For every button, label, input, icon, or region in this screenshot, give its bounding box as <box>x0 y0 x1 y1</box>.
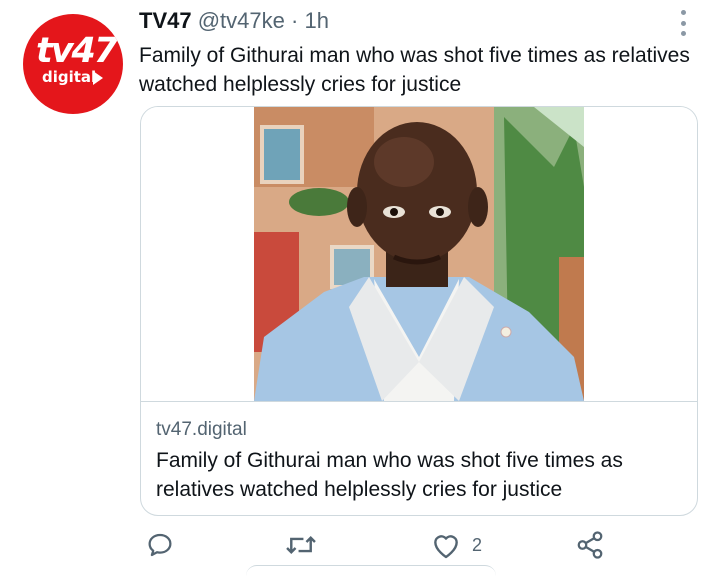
like-button[interactable]: 2 <box>430 530 482 560</box>
tweet-timestamp[interactable]: 1h <box>304 8 328 33</box>
retweet-icon <box>286 535 316 555</box>
share-icon <box>577 531 603 559</box>
author-handle[interactable]: @tv47ke <box>198 8 285 33</box>
more-options-icon[interactable] <box>678 10 688 36</box>
avatar[interactable]: tv47 digital <box>23 14 123 114</box>
card-image[interactable] <box>141 107 697 402</box>
avatar-logo-subtext: digital <box>42 68 97 86</box>
heart-icon <box>434 535 458 559</box>
tweet-header: TV47 @tv47ke · 1h <box>139 8 329 34</box>
link-card[interactable]: tv47.digital Family of Githurai man who … <box>140 106 698 516</box>
card-photo <box>254 107 584 401</box>
card-domain: tv47.digital <box>156 419 247 440</box>
reply-button[interactable] <box>145 530 175 560</box>
reply-icon <box>148 533 172 557</box>
next-item-edge <box>246 565 496 576</box>
avatar-logo-text: tv47 <box>36 31 118 71</box>
share-button[interactable] <box>575 530 605 560</box>
tweet-text: Family of Githurai man who was shot five… <box>139 44 690 96</box>
retweet-button[interactable] <box>284 530 318 560</box>
card-title: Family of Githurai man who was shot five… <box>156 449 623 501</box>
like-count: 2 <box>472 534 483 555</box>
author-name[interactable]: TV47 <box>139 8 192 33</box>
separator-dot: · <box>291 8 299 33</box>
play-icon <box>93 71 103 85</box>
